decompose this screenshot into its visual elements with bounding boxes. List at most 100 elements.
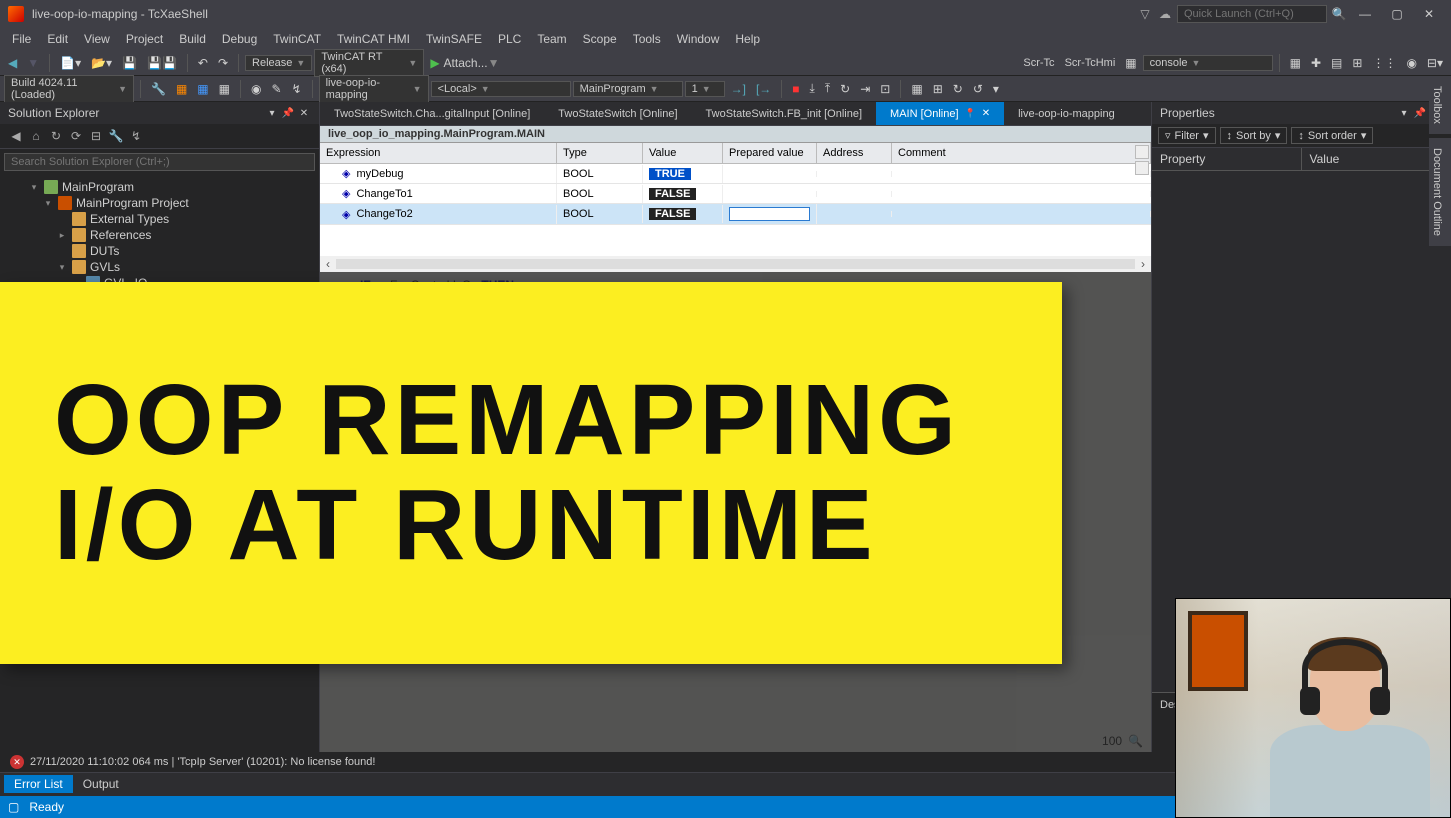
console-combo[interactable]: console▼ bbox=[1143, 55, 1273, 71]
document-tab[interactable]: TwoStateSwitch.FB_init [Online] bbox=[692, 102, 877, 125]
tb2-icon-4[interactable]: ▦ bbox=[215, 80, 234, 98]
tb2-icon-6[interactable]: ✎ bbox=[267, 80, 285, 98]
sortby-dropdown[interactable]: ↕ Sort by ▾ bbox=[1220, 127, 1288, 144]
debug-icon-4[interactable]: ⇥ bbox=[856, 80, 874, 98]
menu-window[interactable]: Window bbox=[669, 30, 728, 48]
variable-row[interactable]: ◈ ChangeTo2BOOLFALSE bbox=[320, 204, 1151, 225]
prop-pin-icon[interactable]: 📌 bbox=[1413, 106, 1427, 120]
column-header[interactable]: Comment bbox=[892, 143, 1151, 163]
maximize-button[interactable]: ▢ bbox=[1383, 4, 1411, 24]
pin-icon[interactable]: 📌 bbox=[281, 106, 295, 120]
minimize-button[interactable]: — bbox=[1351, 4, 1379, 24]
column-header[interactable]: Type bbox=[557, 143, 643, 163]
menu-scope[interactable]: Scope bbox=[575, 30, 625, 48]
scroll-track[interactable] bbox=[336, 259, 1135, 269]
se-back-icon[interactable]: ◀ bbox=[8, 128, 24, 144]
tb1-icon-b[interactable]: ✚ bbox=[1307, 54, 1325, 72]
scr-tc-label[interactable]: Scr-Tc bbox=[1019, 57, 1058, 69]
target-combo[interactable]: <Local>▼ bbox=[431, 81, 571, 97]
debug-icon-2[interactable]: ⤒ bbox=[821, 79, 834, 98]
close-button[interactable]: ✕ bbox=[1415, 4, 1443, 24]
prop-menu-icon[interactable]: ▾ bbox=[1397, 106, 1411, 120]
task-combo[interactable]: MainProgram▼ bbox=[573, 81, 683, 97]
debug-icon-3[interactable]: ↻ bbox=[836, 80, 854, 98]
tb1-icon-g[interactable]: ⊟▾ bbox=[1423, 54, 1447, 72]
horiz-scrollbar[interactable]: ‹ › bbox=[320, 256, 1151, 272]
forward-nav-button[interactable]: ▼ bbox=[23, 54, 43, 72]
variable-row[interactable]: ◈ myDebugBOOLTRUE bbox=[320, 164, 1151, 184]
menu-file[interactable]: File bbox=[4, 30, 39, 48]
sortorder-dropdown[interactable]: ↕ Sort order ▾ bbox=[1291, 127, 1373, 144]
document-tab[interactable]: MAIN [Online]📍✕ bbox=[876, 102, 1004, 125]
menu-team[interactable]: Team bbox=[529, 30, 574, 48]
save-all-button[interactable]: 💾💾 bbox=[143, 54, 181, 72]
platform-combo[interactable]: TwinCAT RT (x64)▼ bbox=[314, 49, 424, 77]
menu-twincat-hmi[interactable]: TwinCAT HMI bbox=[329, 30, 418, 48]
attach-button[interactable]: ▶ Attach... ▼ bbox=[426, 54, 503, 72]
debug-icon-5[interactable]: ⊡ bbox=[876, 80, 894, 98]
tb1-icon-c[interactable]: ▤ bbox=[1327, 54, 1346, 72]
menu-plc[interactable]: PLC bbox=[490, 30, 529, 48]
project-combo[interactable]: live-oop-io-mapping▼ bbox=[319, 75, 429, 103]
column-header[interactable]: Expression bbox=[320, 143, 557, 163]
cloud-icon[interactable]: ☁ bbox=[1157, 6, 1173, 22]
bottom-tab-output[interactable]: Output bbox=[73, 775, 129, 793]
close-icon[interactable]: ✕ bbox=[982, 108, 990, 119]
document-tab[interactable]: TwoStateSwitch.Cha...gitalInput [Online] bbox=[320, 102, 544, 125]
menu-build[interactable]: Build bbox=[171, 30, 214, 48]
undo-button[interactable]: ↶ bbox=[194, 54, 212, 72]
tree-item[interactable]: DUTs bbox=[0, 243, 319, 259]
login-button[interactable]: →] bbox=[727, 80, 750, 98]
bottom-tab-error-list[interactable]: Error List bbox=[4, 775, 73, 793]
se-sync-icon[interactable]: ↻ bbox=[48, 128, 64, 144]
menu-tools[interactable]: Tools bbox=[625, 30, 669, 48]
panel-close-icon[interactable]: ✕ bbox=[297, 106, 311, 120]
variable-row[interactable]: ◈ ChangeTo1BOOLFALSE bbox=[320, 184, 1151, 204]
logout-button[interactable]: [→ bbox=[752, 80, 775, 98]
redo-button[interactable]: ↷ bbox=[214, 54, 232, 72]
search-icon[interactable]: 🔍 bbox=[1331, 6, 1347, 22]
scr-tchmi-label[interactable]: Scr-TcHmi bbox=[1061, 57, 1120, 69]
console-icon[interactable]: ▦ bbox=[1121, 54, 1140, 72]
side-tab-toolbox[interactable]: Toolbox bbox=[1429, 76, 1451, 134]
scroll-right-icon[interactable]: › bbox=[1135, 257, 1151, 271]
back-nav-button[interactable]: ◀ bbox=[4, 54, 21, 72]
panel-menu-icon[interactable]: ▾ bbox=[265, 106, 279, 120]
menu-help[interactable]: Help bbox=[727, 30, 768, 48]
tb2-icon-7[interactable]: ↯ bbox=[288, 80, 306, 98]
pin-icon[interactable]: 📍 bbox=[965, 108, 976, 119]
se-wrench-icon[interactable]: 🔧 bbox=[108, 128, 124, 144]
column-header[interactable]: Value bbox=[643, 143, 723, 163]
debug-icon-1[interactable]: ⤓ bbox=[806, 79, 819, 98]
side-tab-document-outline[interactable]: Document Outline bbox=[1429, 138, 1451, 246]
se-a-icon[interactable]: ↯ bbox=[128, 128, 144, 144]
tb2-icon-r5[interactable]: ▾ bbox=[989, 80, 1003, 98]
quick-launch-input[interactable] bbox=[1177, 5, 1327, 23]
se-home-icon[interactable]: ⌂ bbox=[28, 128, 44, 144]
tb1-icon-a[interactable]: ▦ bbox=[1286, 54, 1305, 72]
tree-item[interactable]: External Types bbox=[0, 211, 319, 227]
step-combo[interactable]: 1▼ bbox=[685, 81, 725, 97]
tb2-icon-r2[interactable]: ⊞ bbox=[929, 80, 947, 98]
tb1-icon-d[interactable]: ⊞ bbox=[1348, 54, 1366, 72]
build-combo[interactable]: Build 4024.11 (Loaded)▼ bbox=[4, 75, 134, 103]
tb1-icon-f[interactable]: ◉ bbox=[1402, 54, 1420, 72]
se-refresh-icon[interactable]: ⟳ bbox=[68, 128, 84, 144]
menu-view[interactable]: View bbox=[76, 30, 118, 48]
tb2-icon-1[interactable]: 🔧 bbox=[147, 80, 170, 98]
document-tab[interactable]: live-oop-io-mapping bbox=[1004, 102, 1129, 125]
tree-item[interactable]: ▾MainProgram bbox=[0, 179, 319, 195]
tb2-icon-5[interactable]: ◉ bbox=[247, 80, 265, 98]
tree-item[interactable]: ▾MainProgram Project bbox=[0, 195, 319, 211]
tb2-icon-2[interactable]: ▦ bbox=[172, 80, 191, 98]
open-button[interactable]: 📂▾ bbox=[87, 54, 116, 72]
column-header[interactable]: Prepared value bbox=[723, 143, 817, 163]
tree-item[interactable]: ▸References bbox=[0, 227, 319, 243]
configuration-combo[interactable]: Release▼ bbox=[245, 55, 312, 71]
menu-edit[interactable]: Edit bbox=[39, 30, 76, 48]
tb2-icon-r3[interactable]: ↻ bbox=[949, 80, 967, 98]
tb2-icon-3[interactable]: ▦ bbox=[193, 80, 212, 98]
scroll-left-icon[interactable]: ‹ bbox=[320, 257, 336, 271]
menu-debug[interactable]: Debug bbox=[214, 30, 265, 48]
tree-item[interactable]: ▾GVLs bbox=[0, 259, 319, 275]
